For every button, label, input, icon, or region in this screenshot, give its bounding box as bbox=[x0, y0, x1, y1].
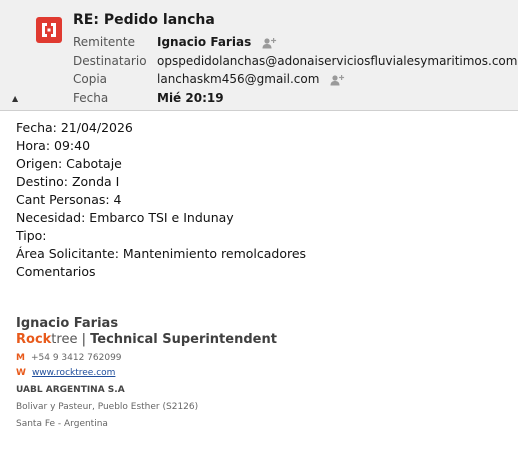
body-line: Necesidad: Embarco TSI e Indunay bbox=[16, 210, 234, 225]
body-line: Cant Personas: 4 bbox=[16, 192, 122, 207]
date-label: Fecha bbox=[73, 91, 109, 105]
body-line: Tipo: bbox=[16, 228, 47, 243]
to-address[interactable]: opspedidolanchas@adonaiserviciosfluviale… bbox=[157, 54, 517, 68]
signature-web-row: Wwww.rocktree.com bbox=[16, 368, 496, 378]
signature-title: Technical Superintendent bbox=[90, 332, 277, 347]
signature-web-link[interactable]: www.rocktree.com bbox=[32, 368, 115, 378]
web-letter: W bbox=[16, 368, 26, 378]
body-line: Fecha: 21/04/2026 bbox=[16, 120, 133, 135]
brand-tree: tree bbox=[51, 332, 78, 347]
cc-address[interactable]: lanchaskm456@gmail.com bbox=[157, 72, 319, 86]
to-value[interactable]: opspedidolanchas@adonaiserviciosfluviale… bbox=[157, 52, 518, 70]
from-label: Remitente bbox=[73, 35, 135, 49]
signature-city: Santa Fe - Argentina bbox=[16, 419, 108, 429]
add-contact-icon[interactable] bbox=[261, 37, 277, 49]
add-contact-icon[interactable] bbox=[329, 74, 345, 86]
email-header: RE: Pedido lancha Remitente Ignacio Fari… bbox=[0, 0, 518, 111]
email-subject: RE: Pedido lancha bbox=[73, 12, 215, 28]
email-body: Fecha: 21/04/2026 Hora: 09:40 Origen: Ca… bbox=[16, 119, 506, 281]
body-line: Origen: Cabotaje bbox=[16, 156, 122, 171]
signature-brand-line: Rocktree | Technical Superintendent bbox=[16, 332, 496, 347]
collapse-arrow-icon[interactable]: ▲ bbox=[12, 94, 18, 103]
signature-mobile-row: M +54 9 3412 762099 bbox=[16, 353, 496, 363]
signature-name: Ignacio Farias bbox=[16, 316, 119, 331]
body-line: Destino: Zonda I bbox=[16, 174, 120, 189]
signature-company: UABL ARGENTINA S.A bbox=[16, 385, 125, 395]
app-logo-icon bbox=[36, 17, 62, 43]
cc-value[interactable]: lanchaskm456@gmail.com bbox=[157, 70, 345, 88]
from-value[interactable]: Ignacio Farias bbox=[157, 33, 277, 51]
brand-separator: | bbox=[77, 332, 91, 347]
date-value: Mié 20:19 bbox=[157, 91, 224, 105]
from-name[interactable]: Ignacio Farias bbox=[157, 35, 251, 49]
body-line: Hora: 09:40 bbox=[16, 138, 91, 153]
cc-label: Copia bbox=[73, 72, 108, 86]
body-line: Comentarios bbox=[16, 264, 96, 279]
body-line: Área Solicitante: Mantenimiento remolcad… bbox=[16, 246, 307, 261]
signature-mobile: +54 9 3412 762099 bbox=[30, 353, 122, 363]
brand-rock: Rock bbox=[16, 332, 52, 347]
to-label: Destinatario bbox=[73, 54, 147, 68]
mobile-letter: M bbox=[16, 353, 25, 363]
email-signature: Ignacio Farias Rocktree | Technical Supe… bbox=[16, 316, 496, 429]
signature-address: Bolivar y Pasteur, Pueblo Esther (S2126) bbox=[16, 402, 199, 412]
